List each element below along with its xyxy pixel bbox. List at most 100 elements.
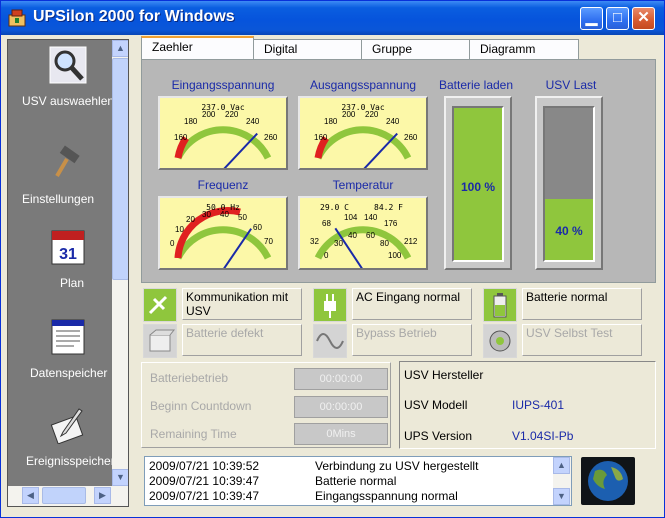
log-time: 2009/07/21 10:39:47 — [149, 474, 260, 488]
power-plug-icon — [324, 294, 336, 318]
self-test-icon — [483, 324, 517, 358]
gauge-tick-label: 68 — [322, 219, 331, 228]
calendar-icon: 31 — [51, 230, 85, 265]
sidebar-item-label: Plan — [60, 276, 85, 290]
log-scroll-up-button[interactable]: ▲ — [553, 457, 570, 474]
version-value: V1.04SI-Pb — [512, 429, 574, 443]
gauge-tick-label: 40 — [348, 231, 357, 240]
sidebar-item-settings[interactable]: Einstellungen — [8, 144, 110, 224]
log-time: 2009/07/21 10:39:47 — [149, 489, 260, 503]
gauge-tick-label: 30 — [202, 210, 211, 219]
meter-panel: Eingangsspannung Ausgangsspannung Freque… — [141, 59, 656, 283]
log-message: Batterie normal — [315, 474, 397, 488]
timer-label: Batteriebetrieb — [150, 371, 229, 385]
gauge-tick-label: 220 — [365, 110, 379, 119]
gauge-tick-label: 0 — [170, 239, 175, 248]
gauge-tick-label: 212 — [404, 237, 418, 246]
gauge-tick-label: 200 — [202, 110, 216, 119]
plug-cable-icon — [148, 295, 168, 315]
event-log-list[interactable]: 2009/07/21 10:39:52 Verbindung zu USV her… — [144, 456, 572, 506]
timer-value: 00:00:00 — [294, 368, 388, 390]
log-entry: 2009/07/21 10:39:52 Verbindung zu USV her… — [149, 459, 478, 473]
sidebar-horizontal-scrollbar[interactable]: ◀ ▶ — [8, 486, 128, 506]
sidebar-item-label: Ereignisspeicher — [26, 454, 115, 468]
temperature-celsius-readout: 29.0 C — [320, 203, 349, 212]
sidebar-item-label: USV auswaehlen — [22, 94, 115, 108]
gauge-tick-label: 260 — [404, 133, 418, 142]
scroll-left-button[interactable]: ◀ — [22, 487, 39, 504]
timer-value: 00:00:00 — [294, 396, 388, 418]
self-test-text: USV Selbst Test — [522, 324, 642, 356]
quill-icon — [50, 408, 84, 444]
gauge-label: Eingangsspannung — [171, 78, 275, 92]
chevron-down-icon: ▼ — [116, 472, 125, 482]
sidebar-vertical-scrollbar[interactable]: ▲ ▼ — [112, 40, 128, 486]
minimize-button[interactable]: ▁ — [580, 7, 603, 30]
gauge-tick-label: 70 — [264, 237, 273, 246]
log-scrollbar[interactable]: ▲ ▼ — [553, 457, 571, 505]
ac-input-status-icon — [313, 288, 347, 322]
gauge-tick-label: 10 — [175, 225, 184, 234]
test-gear-icon — [489, 330, 511, 352]
model-value: IUPS-401 — [512, 398, 565, 412]
gauge-tick-label: 260 — [264, 133, 278, 142]
gauge-tick-label: 40 — [220, 210, 229, 219]
magnifier-icon — [49, 46, 87, 84]
battery-defect-icon — [143, 324, 177, 358]
log-scroll-down-button[interactable]: ▼ — [553, 488, 570, 505]
scroll-up-button[interactable]: ▲ — [112, 40, 128, 57]
communication-status-text: Kommunikation mit USV — [182, 288, 302, 320]
tab-digital[interactable]: Digital — [253, 39, 363, 59]
chevron-down-icon: ▼ — [557, 491, 566, 501]
scrollbar-thumb[interactable] — [112, 58, 128, 280]
data-log-icon — [51, 319, 85, 355]
gauge-tick-label: 100 — [388, 251, 402, 260]
tab-zaehler[interactable]: Zaehler — [141, 36, 254, 60]
window-title: UPSilon 2000 for Windows — [33, 8, 235, 25]
gauge-tick-label: 240 — [246, 117, 260, 126]
chevron-left-icon: ◀ — [27, 490, 34, 500]
gauge-tick-label: 180 — [324, 117, 338, 126]
battery-icon — [493, 293, 507, 318]
close-button[interactable]: ✕ — [632, 7, 655, 30]
log-entry: 2009/07/21 10:39:47 Eingangsspannung norm… — [149, 489, 458, 503]
gauge-tick-label: 20 — [186, 215, 195, 224]
timer-label: Remaining Time — [150, 427, 237, 441]
scrollbar-thumb[interactable] — [42, 487, 86, 504]
battery-charge-bar: 100 % — [444, 96, 512, 270]
ups-load-label: USV Last — [545, 78, 597, 92]
sidebar-item-plan[interactable]: 31 Plan — [8, 228, 110, 308]
tab-diagramm[interactable]: Diagramm — [469, 39, 579, 59]
log-entry: 2009/07/21 10:39:47 Batterie normal — [149, 474, 396, 488]
tab-label: Digital — [264, 42, 298, 56]
manufacturer-label: USV Hersteller — [404, 368, 484, 382]
bypass-text: Bypass Betrieb — [352, 324, 472, 356]
log-time: 2009/07/21 10:39:52 — [149, 459, 260, 473]
gauge-tick-label: 140 — [364, 213, 378, 222]
gauge-tick-label: 240 — [386, 117, 400, 126]
gauge-tick-label: 180 — [184, 117, 198, 126]
gauge-tick-label: 200 — [342, 110, 356, 119]
tab-gruppe[interactable]: Gruppe — [361, 39, 471, 59]
maximize-button[interactable]: □ — [606, 7, 629, 30]
sidebar-item-event-log[interactable]: Ereignisspeicher — [8, 406, 115, 486]
scroll-down-button[interactable]: ▼ — [112, 469, 128, 486]
sidebar-item-select-ups[interactable]: USV auswaehlen — [8, 46, 114, 126]
chevron-up-icon: ▲ — [116, 43, 125, 53]
input-voltage-gauge: 237.0 Vac 160 180 200 220 240 260 — [158, 96, 288, 170]
gauge-needle — [222, 132, 258, 168]
hammer-icon — [55, 145, 80, 178]
scroll-right-button[interactable]: ▶ — [94, 487, 111, 504]
battery-defect-text: Batterie defekt — [182, 324, 302, 356]
battery-charge-label: Batterie laden — [438, 78, 514, 92]
sidebar-item-data-log[interactable]: Datenspeicher — [8, 318, 110, 398]
title-bar[interactable]: UPSilon 2000 for Windows ▁ □ ✕ — [1, 1, 664, 35]
frequency-gauge: 50.0 Hz 0 10 20 30 40 50 60 70 — [158, 196, 288, 270]
log-message: Eingangsspannung normal — [315, 489, 458, 503]
gauge-tick-label: 160 — [174, 133, 188, 142]
chevron-up-icon: ▲ — [557, 460, 566, 470]
communication-status-icon — [143, 288, 177, 322]
sidebar-item-label: Einstellungen — [22, 192, 95, 206]
gauge-tick-label: 104 — [344, 213, 358, 222]
gauge-tick-label: 32 — [310, 237, 319, 246]
